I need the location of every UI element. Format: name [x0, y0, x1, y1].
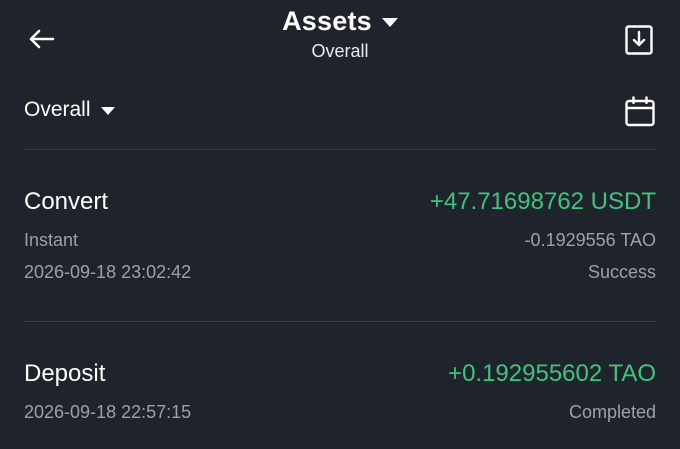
title-block: Assets Overall	[0, 6, 680, 62]
download-icon	[625, 25, 653, 55]
transaction-type: Deposit	[24, 360, 106, 387]
transaction-status: Completed	[568, 402, 656, 422]
caret-down-icon	[381, 18, 398, 27]
divider	[24, 321, 656, 322]
page-subtitle: Overall	[311, 41, 369, 61]
transaction-method: Instant	[24, 230, 79, 250]
filter-bar: Overall	[24, 96, 656, 136]
calendar-icon	[625, 96, 655, 127]
asset-switcher[interactable]: Assets	[282, 6, 398, 37]
divider	[24, 149, 656, 150]
transaction-amount: +0.192955602 TAO	[448, 360, 656, 387]
page-title: Assets	[282, 6, 372, 36]
account-filter-label: Overall	[24, 98, 91, 121]
top-bar: Assets Overall	[0, 0, 680, 80]
transaction-timestamp: 2026-09-18 22:57:15	[24, 402, 192, 422]
transaction-amount: +47.71698762 USDT	[429, 188, 656, 215]
caret-down-icon	[100, 106, 115, 115]
transaction-timestamp: 2026-09-18 23:02:42	[24, 262, 192, 282]
transaction-secondary-amount: -0.1929556 TAO	[524, 230, 656, 250]
transaction-row[interactable]: Deposit +0.192955602 TAO 2026-09-18 22:5…	[24, 332, 656, 449]
account-filter-dropdown[interactable]: Overall	[24, 98, 115, 122]
export-button[interactable]	[624, 24, 654, 56]
date-filter-button[interactable]	[624, 96, 656, 128]
transaction-row[interactable]: Convert +47.71698762 USDT Instant -0.192…	[24, 160, 656, 310]
transaction-status: Success	[587, 262, 656, 282]
transaction-type: Convert	[24, 188, 109, 215]
